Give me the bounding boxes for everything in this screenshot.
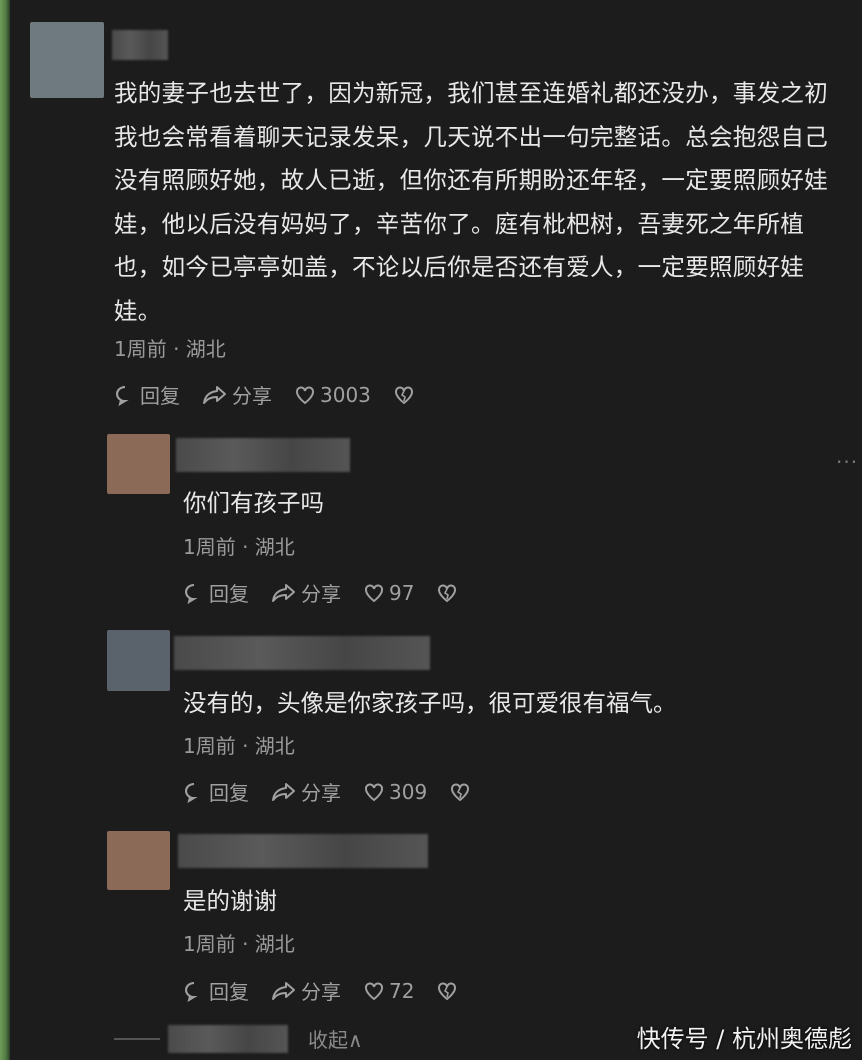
share-arrow-icon <box>272 583 295 602</box>
reply-label: 回复 <box>209 980 249 1004</box>
share-button[interactable]: 分享 <box>271 777 341 806</box>
reply-text: 是的谢谢 <box>183 887 277 915</box>
comment-text: 我的妻子也去世了，因为新冠，我们甚至连婚礼都还没办，事发之初我也会常看着聊天记录… <box>114 79 828 325</box>
divider <box>114 1037 160 1040</box>
reply-label: 回复 <box>140 384 180 408</box>
dislike-button[interactable] <box>436 980 462 1002</box>
share-arrow-icon <box>203 385 226 404</box>
comment-bubble-icon <box>185 583 198 604</box>
avatar[interactable] <box>30 22 104 98</box>
broken-heart-icon <box>438 584 457 602</box>
heart-icon <box>365 783 383 801</box>
expand-count-blurred <box>168 1024 288 1053</box>
share-label: 分享 <box>232 384 272 408</box>
comment-meta: 1周前 · 湖北 <box>114 337 226 361</box>
reply-button[interactable]: 回复 <box>114 380 180 409</box>
heart-icon <box>296 386 314 404</box>
reply-button[interactable]: 回复 <box>183 777 249 806</box>
like-button[interactable]: 3003 <box>294 383 371 407</box>
reply-meta: 1周前 · 湖北 <box>183 734 295 758</box>
dislike-button[interactable] <box>449 781 475 803</box>
broken-heart-icon <box>438 982 457 1000</box>
username-blurred[interactable] <box>112 30 168 60</box>
reply-meta: 1周前 · 湖北 <box>183 535 295 559</box>
reply-label: 回复 <box>209 582 249 606</box>
like-count: 309 <box>389 779 428 804</box>
comment-bubble-icon <box>185 782 198 803</box>
heart-icon <box>365 982 383 1000</box>
comment-bubble-icon <box>116 385 129 406</box>
share-button[interactable]: 分享 <box>202 380 272 409</box>
reply-actions: 回复 分享 97 <box>183 578 484 607</box>
share-button[interactable]: 分享 <box>271 578 341 607</box>
collapse-replies-row: 收起∧ <box>114 1024 363 1053</box>
like-button[interactable]: 72 <box>363 979 414 1003</box>
share-arrow-icon <box>272 782 295 801</box>
dislike-button[interactable] <box>436 582 462 604</box>
share-label: 分享 <box>301 582 341 606</box>
avatar[interactable] <box>107 831 170 890</box>
comment-bubble-icon <box>185 981 198 1002</box>
like-button[interactable]: 97 <box>363 581 414 605</box>
more-options-icon[interactable]: ··· <box>836 450 858 474</box>
reply-text: 没有的，头像是你家孩子吗，很可爱很有福气。 <box>183 689 677 717</box>
username-blurred[interactable] <box>178 834 428 868</box>
reply-text: 你们有孩子吗 <box>183 489 324 517</box>
share-label: 分享 <box>301 980 341 1004</box>
username-blurred[interactable] <box>176 438 350 472</box>
like-count: 72 <box>389 978 415 1003</box>
dislike-button[interactable] <box>393 384 419 406</box>
like-count: 97 <box>389 580 415 605</box>
like-button[interactable]: 309 <box>363 780 427 804</box>
broken-heart-icon <box>394 386 413 404</box>
reply-button[interactable]: 回复 <box>183 578 249 607</box>
share-button[interactable]: 分享 <box>271 976 341 1005</box>
heart-icon <box>365 584 383 602</box>
comment-actions: 回复 分享 3003 <box>114 380 441 409</box>
reply-button[interactable]: 回复 <box>183 976 249 1005</box>
username-blurred[interactable] <box>174 636 430 670</box>
reply-label: 回复 <box>209 781 249 805</box>
reply-meta: 1周前 · 湖北 <box>183 932 295 956</box>
reply-actions: 回复 分享 72 <box>183 976 484 1005</box>
left-edge-strip <box>0 0 10 1060</box>
watermark: 快传号 / 杭州奥德彪 <box>636 1025 852 1053</box>
broken-heart-icon <box>451 783 470 801</box>
share-arrow-icon <box>272 981 295 1000</box>
collapse-button[interactable]: 收起∧ <box>308 1024 363 1053</box>
avatar[interactable] <box>107 630 170 691</box>
like-count: 3003 <box>320 382 371 407</box>
reply-actions: 回复 分享 309 <box>183 777 497 806</box>
share-label: 分享 <box>301 781 341 805</box>
avatar[interactable] <box>107 434 170 494</box>
